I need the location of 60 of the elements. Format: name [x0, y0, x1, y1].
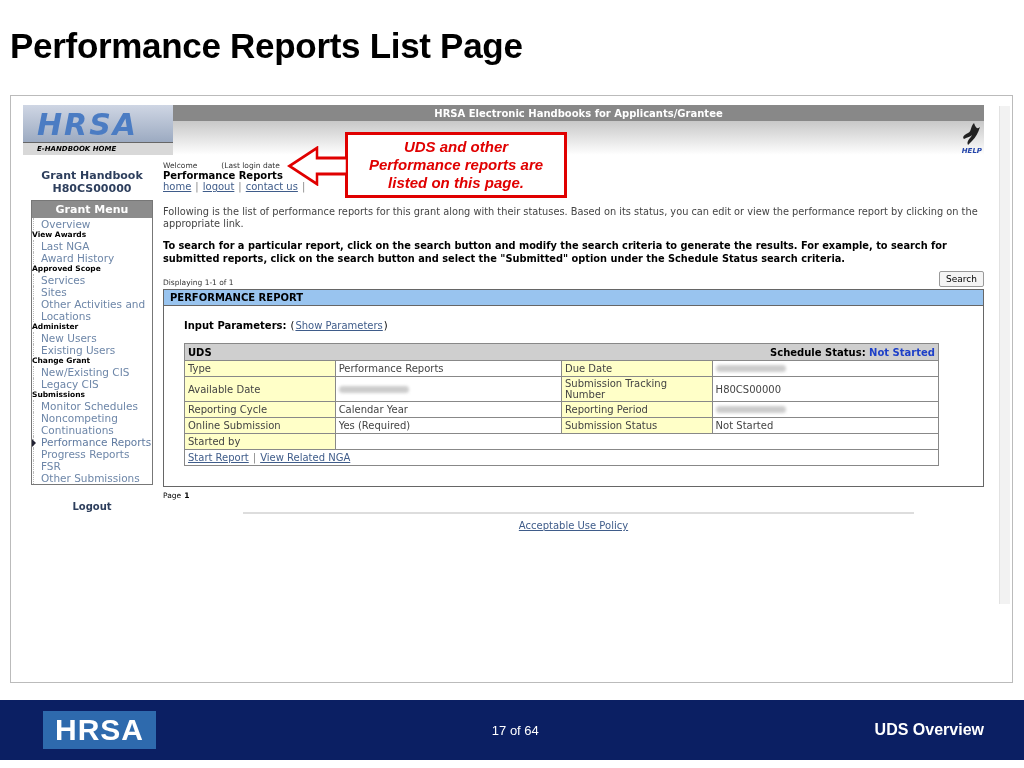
slide-title: Performance Reports List Page: [10, 26, 523, 67]
menu-item[interactable]: New/Existing CIS: [33, 366, 152, 378]
menu-item[interactable]: Award History: [33, 252, 152, 264]
menu-item[interactable]: Overview: [33, 218, 152, 230]
eagle-icon: [960, 121, 982, 147]
footer-logo: HRSA: [43, 711, 156, 749]
logo-text: HRSA: [37, 110, 139, 140]
parenthesis: ): [383, 320, 388, 331]
nav-link[interactable]: contact us: [245, 181, 298, 192]
show-parameters-link[interactable]: Show Parameters: [295, 320, 383, 331]
blurred-value: [715, 365, 786, 372]
menu-item[interactable]: Other Activities and Locations: [33, 298, 152, 322]
menu-item[interactable]: FSR: [33, 460, 152, 472]
panel-title: PERFORMANCE REPORT: [164, 290, 983, 306]
table-cell: Performance Reports: [335, 360, 562, 377]
status-value: Not Started: [869, 346, 935, 358]
menu-item[interactable]: New Users: [33, 332, 152, 344]
menu-item[interactable]: Noncompeting Continuations: [33, 412, 152, 436]
report-name: UDS: [188, 346, 212, 358]
link-separator: |: [252, 452, 257, 463]
table-cell: Calendar Year: [335, 401, 562, 418]
blurred-value: [715, 406, 786, 413]
menu-item[interactable]: Existing Users: [33, 344, 152, 356]
search-button[interactable]: Search: [939, 271, 984, 287]
nav-link[interactable]: home: [163, 181, 192, 192]
menu-item[interactable]: Progress Reports: [33, 448, 152, 460]
parenthesis: (: [290, 320, 295, 331]
policy-link[interactable]: Acceptable Use Policy: [518, 520, 629, 531]
logout-link[interactable]: Logout: [72, 501, 112, 512]
link-separator: |: [195, 181, 199, 192]
menu-item[interactable]: Sites: [33, 286, 152, 298]
menu-item[interactable]: Services: [33, 274, 152, 286]
table-cell: H80CS00000: [712, 376, 939, 402]
header-title: HRSA Electronic Handbooks for Applicants/Grantee: [173, 105, 984, 121]
link-separator: |: [238, 181, 242, 192]
report-action-link[interactable]: Start Report: [188, 452, 249, 463]
table-cell: Yes (Required): [335, 417, 562, 434]
menu-item[interactable]: Performance Reports: [33, 436, 152, 448]
page-heading: Performance Reports: [163, 170, 283, 181]
slide-number: 17 of 64: [491, 722, 539, 738]
link-separator: |: [301, 181, 306, 192]
callout-arrow: [287, 146, 347, 186]
callout-box: UDS and other Performance reports are listed on this page.: [345, 132, 567, 198]
footer-title: UDS Overview: [874, 721, 984, 739]
search-instructions: To search for a particular report, click on the search button and modify the search criteria to generate the results. For example, to search for submitted reports, click on the search button and select the "Submitted" option under the Schedule Status search criteria.: [163, 239, 948, 265]
handbook-title: Grant Handbook H80CS00000: [41, 169, 143, 195]
table-cell: Not Started: [712, 417, 939, 434]
blurred-value: [338, 385, 409, 393]
intro-text: Following is the list of performance reports for this grant along with their statuses. Based on its status, you can edit or view the performance report by clicking on the appropriate link.: [163, 206, 979, 230]
report-action-link[interactable]: View Related NGA: [260, 452, 351, 463]
menu-title: Grant Menu: [32, 201, 152, 218]
status-label: Schedule Status:: [770, 346, 867, 358]
menu-item[interactable]: Legacy CIS: [33, 378, 152, 390]
table-cell: Available Date: [184, 376, 336, 402]
menu-item[interactable]: Last NGA: [33, 240, 152, 252]
parameters-label: Input Parameters:: [184, 320, 287, 331]
nav-link[interactable]: logout: [202, 181, 235, 192]
menu-item[interactable]: Monitor Schedules: [33, 400, 152, 412]
table-cell: Submission Tracking Number: [561, 376, 713, 402]
menu-item[interactable]: Other Submissions: [33, 472, 152, 484]
